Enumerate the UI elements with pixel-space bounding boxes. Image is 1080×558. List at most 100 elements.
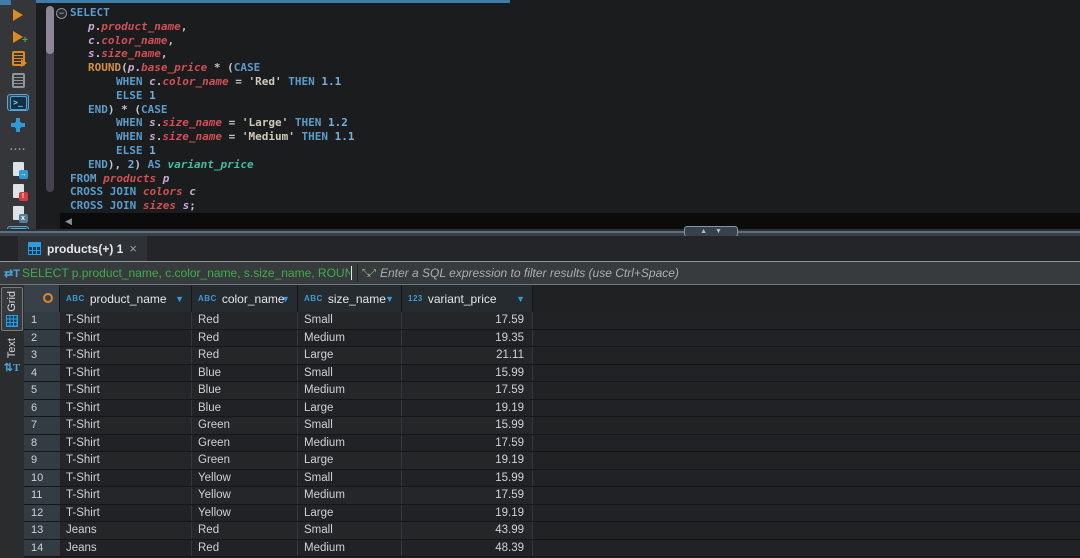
table-row[interactable]: 13JeansRedSmall43.99 — [24, 522, 1080, 540]
cell-product_name[interactable]: T-Shirt — [60, 382, 192, 399]
column-dropdown-icon[interactable]: ▼ — [385, 294, 394, 304]
cell-variant_price[interactable]: 48.39 — [402, 540, 533, 557]
cell-color_name[interactable]: Blue — [192, 400, 298, 417]
cell-variant_price[interactable]: 17.59 — [402, 312, 533, 329]
column-header-color_name[interactable]: ABCcolor_name▼ — [192, 285, 298, 312]
row-number[interactable]: 11 — [24, 487, 60, 504]
cell-color_name[interactable]: Red — [192, 522, 298, 539]
settings-gear-icon[interactable] — [7, 116, 29, 133]
cell-color_name[interactable]: Red — [192, 540, 298, 557]
column-dropdown-icon[interactable]: ▼ — [516, 294, 525, 304]
row-number[interactable]: 7 — [24, 417, 60, 434]
cell-product_name[interactable]: T-Shirt — [60, 400, 192, 417]
column-header-variant_price[interactable]: 123variant_price▼ — [402, 285, 533, 312]
cell-variant_price[interactable]: 19.19 — [402, 452, 533, 469]
table-row[interactable]: 7T-ShirtGreenSmall15.99 — [24, 417, 1080, 435]
cell-color_name[interactable]: Blue — [192, 382, 298, 399]
column-header-product_name[interactable]: ABCproduct_name▼ — [60, 285, 192, 312]
table-row[interactable]: 10T-ShirtYellowSmall15.99 — [24, 470, 1080, 488]
cell-size_name[interactable]: Medium — [298, 487, 402, 504]
collapse-down-icon[interactable]: ▼ — [715, 228, 722, 235]
editor-horizontal-scrollbar[interactable]: ◀ — [60, 213, 1080, 229]
row-number[interactable]: 6 — [24, 400, 60, 417]
row-number[interactable]: 10 — [24, 470, 60, 487]
row-number[interactable]: 1 — [24, 312, 60, 329]
cell-product_name[interactable]: T-Shirt — [60, 487, 192, 504]
cell-color_name[interactable]: Red — [192, 347, 298, 364]
sql-code[interactable]: SELECTp.product_name,c.color_name,s.size… — [70, 6, 354, 213]
save-script-icon[interactable]: ! — [7, 182, 29, 199]
execute-new-tab-icon[interactable]: + — [7, 28, 29, 45]
close-tab-icon[interactable]: × — [129, 241, 137, 256]
table-row[interactable]: 12T-ShirtYellowLarge19.19 — [24, 505, 1080, 523]
table-row[interactable]: 6T-ShirtBlueLarge19.19 — [24, 400, 1080, 418]
editor-vertical-scrollbar[interactable] — [46, 6, 54, 192]
cell-color_name[interactable]: Green — [192, 417, 298, 434]
cell-product_name[interactable]: T-Shirt — [60, 330, 192, 347]
cell-product_name[interactable]: T-Shirt — [60, 417, 192, 434]
script-source-icon[interactable]: x — [7, 204, 29, 221]
table-row[interactable]: 11T-ShirtYellowMedium17.59 — [24, 487, 1080, 505]
row-number-header[interactable] — [24, 285, 60, 312]
cell-size_name[interactable]: Medium — [298, 435, 402, 452]
execute-script-icon[interactable] — [7, 50, 29, 67]
cell-color_name[interactable]: Blue — [192, 365, 298, 382]
cell-product_name[interactable]: T-Shirt — [60, 365, 192, 382]
cell-variant_price[interactable]: 17.59 — [402, 435, 533, 452]
cell-variant_price[interactable]: 43.99 — [402, 522, 533, 539]
column-dropdown-icon[interactable]: ▼ — [175, 294, 184, 304]
cell-color_name[interactable]: Green — [192, 435, 298, 452]
cell-variant_price[interactable]: 21.11 — [402, 347, 533, 364]
row-number[interactable]: 9 — [24, 452, 60, 469]
table-row[interactable]: 9T-ShirtGreenLarge19.19 — [24, 452, 1080, 470]
filter-query-text[interactable]: SELECT p.product_name, c.color_name, s.s… — [22, 266, 350, 280]
column-dropdown-icon[interactable]: ▼ — [281, 294, 290, 304]
cell-size_name[interactable]: Small — [298, 312, 402, 329]
results-filter-bar[interactable]: ⇄T SELECT p.product_name, c.color_name, … — [0, 261, 1080, 285]
code-fold-icon[interactable]: − — [56, 8, 67, 19]
cell-product_name[interactable]: T-Shirt — [60, 470, 192, 487]
cell-color_name[interactable]: Red — [192, 330, 298, 347]
cell-size_name[interactable]: Small — [298, 470, 402, 487]
column-header-size_name[interactable]: ABCsize_name▼ — [298, 285, 402, 312]
explain-plan-icon[interactable] — [7, 72, 29, 89]
scroll-left-icon[interactable]: ◀ — [65, 216, 72, 227]
table-row[interactable]: 3T-ShirtRedLarge21.11 — [24, 347, 1080, 365]
scrollbar-thumb[interactable] — [46, 6, 54, 54]
cell-color_name[interactable]: Red — [192, 312, 298, 329]
row-number[interactable]: 14 — [24, 540, 60, 557]
sql-console-icon[interactable]: >_ — [7, 94, 29, 111]
expand-filter-icon[interactable]: ⤡⤢ — [362, 268, 374, 279]
results-tab-products[interactable]: products(+) 1 × — [18, 236, 147, 261]
row-number[interactable]: 3 — [24, 347, 60, 364]
cell-variant_price[interactable]: 19.19 — [402, 505, 533, 522]
cell-size_name[interactable]: Small — [298, 365, 402, 382]
row-number[interactable]: 8 — [24, 435, 60, 452]
cell-product_name[interactable]: Jeans — [60, 540, 192, 557]
cell-variant_price[interactable]: 15.99 — [402, 365, 533, 382]
cell-product_name[interactable]: T-Shirt — [60, 452, 192, 469]
cell-color_name[interactable]: Yellow — [192, 487, 298, 504]
table-row[interactable]: 8T-ShirtGreenMedium17.59 — [24, 435, 1080, 453]
view-tab-text[interactable]: Text ⇅T — [1, 335, 23, 377]
cell-product_name[interactable]: T-Shirt — [60, 347, 192, 364]
table-row[interactable]: 5T-ShirtBlueMedium17.59 — [24, 382, 1080, 400]
cell-color_name[interactable]: Green — [192, 452, 298, 469]
cell-size_name[interactable]: Medium — [298, 330, 402, 347]
table-row[interactable]: 1T-ShirtRedSmall17.59 — [24, 312, 1080, 330]
row-number[interactable]: 13 — [24, 522, 60, 539]
table-row[interactable]: 14JeansRedMedium48.39 — [24, 540, 1080, 558]
row-number[interactable]: 5 — [24, 382, 60, 399]
cell-size_name[interactable]: Medium — [298, 382, 402, 399]
cell-size_name[interactable]: Medium — [298, 540, 402, 557]
row-number[interactable]: 12 — [24, 505, 60, 522]
overflow-dots-icon[interactable]: .... — [7, 138, 29, 155]
table-row[interactable]: 2T-ShirtRedMedium19.35 — [24, 330, 1080, 348]
cell-product_name[interactable]: T-Shirt — [60, 435, 192, 452]
export-resultset-icon[interactable]: → — [7, 160, 29, 177]
table-row[interactable]: 4T-ShirtBlueSmall15.99 — [24, 365, 1080, 383]
row-number[interactable]: 4 — [24, 365, 60, 382]
cell-size_name[interactable]: Large — [298, 347, 402, 364]
row-number[interactable]: 2 — [24, 330, 60, 347]
view-tab-grid[interactable]: Grid — [1, 287, 23, 331]
